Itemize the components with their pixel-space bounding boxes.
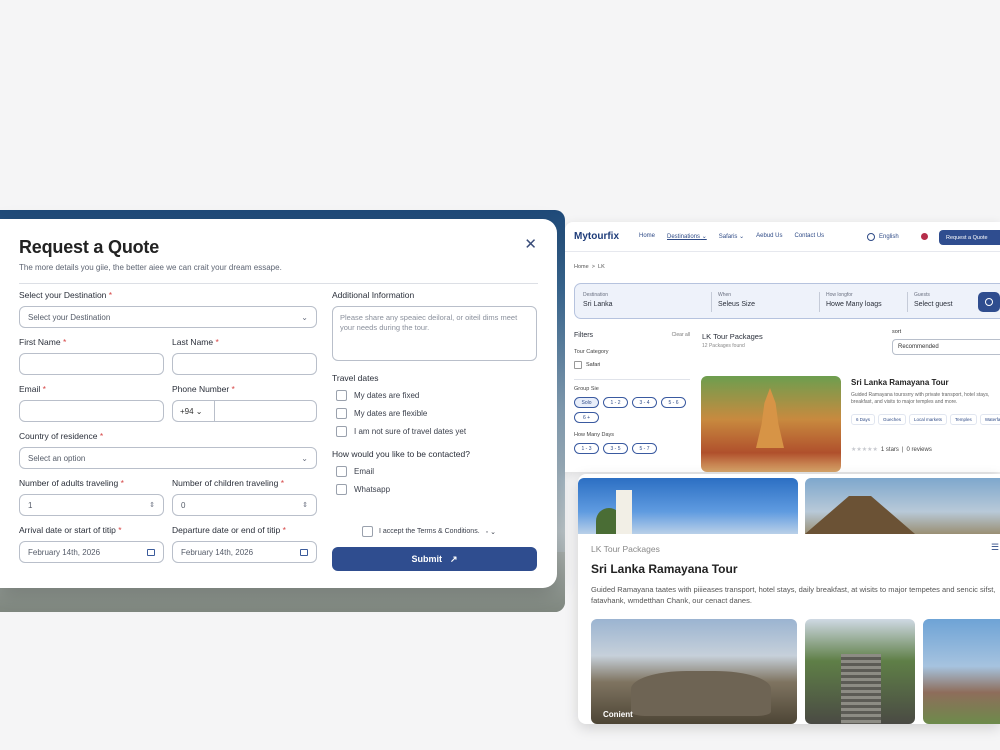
menu-icon[interactable]: ☰ <box>991 542 1000 553</box>
group-pill[interactable]: 1 - 2 <box>603 397 628 408</box>
days-pill[interactable]: 1 - 3 <box>574 443 599 454</box>
group-pill[interactable]: 6 + <box>574 412 599 423</box>
terms-checkbox[interactable]: I accept the Terms & Conditions. ◦ ⌄ <box>362 526 496 537</box>
contact-method-label: How would you like to be contacted? <box>332 449 470 459</box>
phone-country-code-select[interactable]: +94 ⌄ <box>172 400 214 422</box>
breadcrumb: Home > LK <box>574 264 605 270</box>
destination-label: Select your Destination * <box>19 290 113 300</box>
heart-icon[interactable] <box>921 233 928 240</box>
hero-image-temple <box>805 478 1000 534</box>
filter-safari-checkbox[interactable]: Safari <box>574 361 690 369</box>
star-icon: ★★★★★ <box>851 447 878 453</box>
request-quote-button[interactable]: Request a Quote <box>939 230 1000 245</box>
search-destination[interactable]: Destination Sri Lanka <box>583 292 705 318</box>
last-name-label: Last Name * <box>172 337 219 347</box>
modal-subtitle: The more details you giie, the better ai… <box>19 263 282 272</box>
submit-button[interactable]: Submit ↗ <box>332 547 537 571</box>
filters-panel: Filters Clear all Tour Category Safari Gr… <box>574 332 690 454</box>
sort-label: sort <box>892 329 902 335</box>
dates-unsure-checkbox[interactable]: I am not sure of travel dates yet <box>332 426 537 437</box>
nav-contact[interactable]: Contact Us <box>795 233 825 240</box>
adults-stepper[interactable]: 1 ⇕ <box>19 494 164 516</box>
website-preview: Mytourfix Home Destinations ⌄ Safaris ⌄ … <box>565 222 1000 472</box>
globe-icon <box>867 232 875 241</box>
hero-image-lighthouse <box>578 478 798 534</box>
arrival-date-input[interactable]: February 14th, 2026 <box>19 541 164 563</box>
search-when[interactable]: When Seleus Size <box>718 292 813 318</box>
departure-date-input[interactable]: February 14th, 2026 <box>172 541 317 563</box>
chevron-down-icon: ⌄ <box>301 312 308 322</box>
tour-card-title[interactable]: Sri Lanka Ramayana Tour <box>851 378 949 387</box>
search-guests[interactable]: Guests Select guest <box>914 292 984 318</box>
clear-filters-link[interactable]: Clear all <box>672 332 690 339</box>
detail-subtitle: LK Tour Packages <box>591 544 660 554</box>
detail-title: Sri Lanka Ramayana Tour <box>591 562 738 576</box>
gallery-image[interactable] <box>805 619 915 724</box>
additional-info-textarea[interactable]: Please share any speaiec deiloral, or oi… <box>332 306 537 361</box>
stepper-arrows-icon[interactable]: ⇕ <box>302 501 308 509</box>
phone-label: Phone Number * <box>172 384 235 394</box>
first-name-input[interactable] <box>19 353 164 375</box>
modal-divider <box>19 283 538 284</box>
form-right-column: Additional Information Please share any … <box>332 290 537 495</box>
gallery-image[interactable]: Conient <box>591 619 797 724</box>
country-select[interactable]: Select an option ⌄ <box>19 447 317 469</box>
first-name-label: First Name * <box>19 337 67 347</box>
search-icon[interactable] <box>978 292 1000 312</box>
tour-card-desc: Guided Ramayana tourssrry with private t… <box>851 392 990 405</box>
arrival-label: Arrival date or start of titip * <box>19 525 122 535</box>
contact-whatsapp-checkbox[interactable]: Whatsapp <box>332 484 537 495</box>
email-input[interactable] <box>19 400 164 422</box>
tour-card-rating: ★★★★★ 1 stars | 0 reviews <box>851 446 932 454</box>
days-pill[interactable]: 5 - 7 <box>632 443 657 454</box>
stepper-arrows-icon[interactable]: ⇕ <box>149 501 155 509</box>
dates-flexible-checkbox[interactable]: My dates are flexible <box>332 408 537 419</box>
nav-safaris[interactable]: Safaris ⌄ <box>719 233 744 240</box>
close-icon[interactable]: ✕ <box>524 235 537 253</box>
group-pill[interactable]: Solo <box>574 397 599 408</box>
group-pill[interactable]: 5 - 6 <box>661 397 686 408</box>
arrow-up-right-icon: ↗ <box>449 553 458 564</box>
modal-title: Request a Quote <box>19 237 160 257</box>
nav-home[interactable]: Home <box>639 233 655 240</box>
search-duration[interactable]: How longfor Howe Many loags <box>826 292 901 318</box>
additional-info-label: Additional Information <box>332 290 415 300</box>
tour-card-image[interactable] <box>701 376 841 472</box>
chevron-down-icon: ⌄ <box>301 453 308 463</box>
dates-fixed-checkbox[interactable]: My dates are fixed <box>332 390 537 401</box>
destination-select[interactable]: Select your Destination ⌄ <box>19 306 317 328</box>
nav-about[interactable]: Aebud Us <box>756 233 782 240</box>
tour-search-bar: Destination Sri Lanka When Seleus Size How… <box>574 283 1000 319</box>
days-pill[interactable]: 3 - 5 <box>603 443 628 454</box>
children-stepper[interactable]: 0 ⇕ <box>172 494 317 516</box>
detail-description: Guided Ramayana taates with piiieases tr… <box>591 585 996 605</box>
departure-label: Departure date or end of titip * <box>172 525 286 535</box>
site-logo[interactable]: Mytourfix <box>574 231 619 242</box>
chevron-down-icon: ◦ ⌄ <box>485 528 496 536</box>
group-pill[interactable]: 3 - 4 <box>632 397 657 408</box>
email-label: Email * <box>19 384 46 394</box>
contact-email-checkbox[interactable]: Email <box>332 466 537 477</box>
phone-number-input[interactable] <box>214 400 317 422</box>
adults-label: Number of adults traveling * <box>19 478 124 488</box>
nav-destinations[interactable]: Destinations ⌄ <box>667 233 707 240</box>
calendar-icon[interactable] <box>300 548 308 556</box>
tour-detail-card: ☰ LK Tour Packages Sri Lanka Ramayana To… <box>578 474 1000 724</box>
results-header: LK Tour Packages 12 Packages found <box>702 332 763 349</box>
last-name-input[interactable] <box>172 353 317 375</box>
sort-select[interactable]: Recommended <box>892 339 1000 355</box>
calendar-icon[interactable] <box>147 548 155 556</box>
travel-dates-label: Travel dates <box>332 373 379 383</box>
form-left-column: Select your Destination * Select your De… <box>19 290 317 563</box>
language-switch[interactable]: English <box>867 232 899 241</box>
site-navbar: Mytourfix Home Destinations ⌄ Safaris ⌄ … <box>565 222 1000 252</box>
country-label: Country of residence * <box>19 431 104 441</box>
gallery-image[interactable] <box>923 619 1000 724</box>
tour-card-tags: 6 Days Gueches Local markets Temples Wat… <box>851 414 1000 425</box>
children-label: Number of children traveling * <box>172 478 284 488</box>
